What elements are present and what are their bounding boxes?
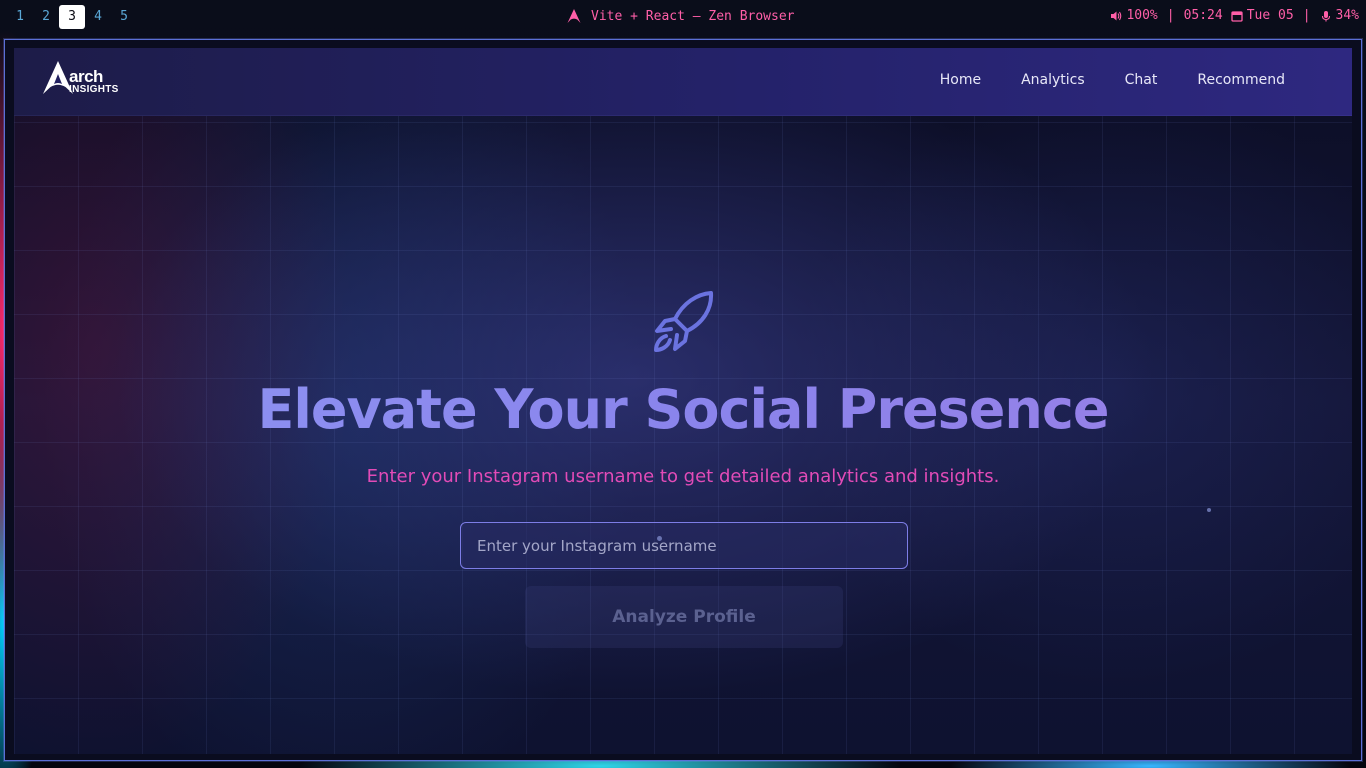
nav-link-analytics[interactable]: Analytics bbox=[1021, 72, 1085, 88]
separator: | bbox=[1302, 8, 1311, 23]
site-navbar: arch INSIGHTS Home Analytics Chat Recomm… bbox=[14, 48, 1352, 116]
system-tray: 100% | 05:24 Tue 05 | 34% bbox=[1110, 8, 1359, 23]
nav-links: Home Analytics Chat Recommend bbox=[940, 72, 1285, 88]
window-title-text: Vite + React — Zen Browser bbox=[591, 8, 795, 24]
arch-logo-icon bbox=[567, 9, 581, 23]
calendar-icon bbox=[1231, 10, 1243, 22]
nav-link-chat[interactable]: Chat bbox=[1125, 72, 1158, 88]
status-bar: 1 2 3 4 5 Vite + React — Zen Browser 100… bbox=[0, 0, 1366, 34]
separator: | bbox=[1166, 8, 1175, 23]
active-window-title: Vite + React — Zen Browser bbox=[566, 8, 795, 24]
rocket-icon bbox=[654, 291, 714, 352]
hero-subtitle: Enter your Instagram username to get det… bbox=[366, 466, 1000, 487]
clock: 05:24 bbox=[1183, 8, 1223, 23]
workspace-3[interactable]: 3 bbox=[59, 5, 85, 29]
nav-link-home[interactable]: Home bbox=[940, 72, 981, 88]
microphone-icon[interactable] bbox=[1320, 10, 1332, 22]
browser-window: arch INSIGHTS Home Analytics Chat Recomm… bbox=[4, 39, 1362, 761]
decorative-dot bbox=[657, 536, 662, 541]
volume-icon[interactable] bbox=[1110, 10, 1122, 22]
site-logo[interactable]: arch INSIGHTS bbox=[43, 61, 143, 95]
hero-title: Elevate Your Social Presence bbox=[14, 378, 1352, 441]
nav-link-recommend[interactable]: Recommend bbox=[1197, 72, 1285, 88]
workspace-switcher: 1 2 3 4 5 bbox=[7, 5, 137, 29]
instagram-username-input[interactable] bbox=[460, 522, 908, 569]
decorative-dot bbox=[1207, 508, 1211, 512]
workspace-5[interactable]: 5 bbox=[111, 5, 137, 29]
logo-subtitle: INSIGHTS bbox=[69, 84, 119, 95]
workspace-1[interactable]: 1 bbox=[7, 5, 33, 29]
workspace-2[interactable]: 2 bbox=[33, 5, 59, 29]
mic-level[interactable]: 34% bbox=[1336, 8, 1359, 23]
analyze-profile-button[interactable]: Analyze Profile bbox=[525, 586, 843, 648]
workspace-4[interactable]: 4 bbox=[85, 5, 111, 29]
date: Tue 05 bbox=[1246, 8, 1294, 23]
volume-level[interactable]: 100% bbox=[1126, 8, 1157, 23]
web-page: arch INSIGHTS Home Analytics Chat Recomm… bbox=[14, 48, 1352, 754]
